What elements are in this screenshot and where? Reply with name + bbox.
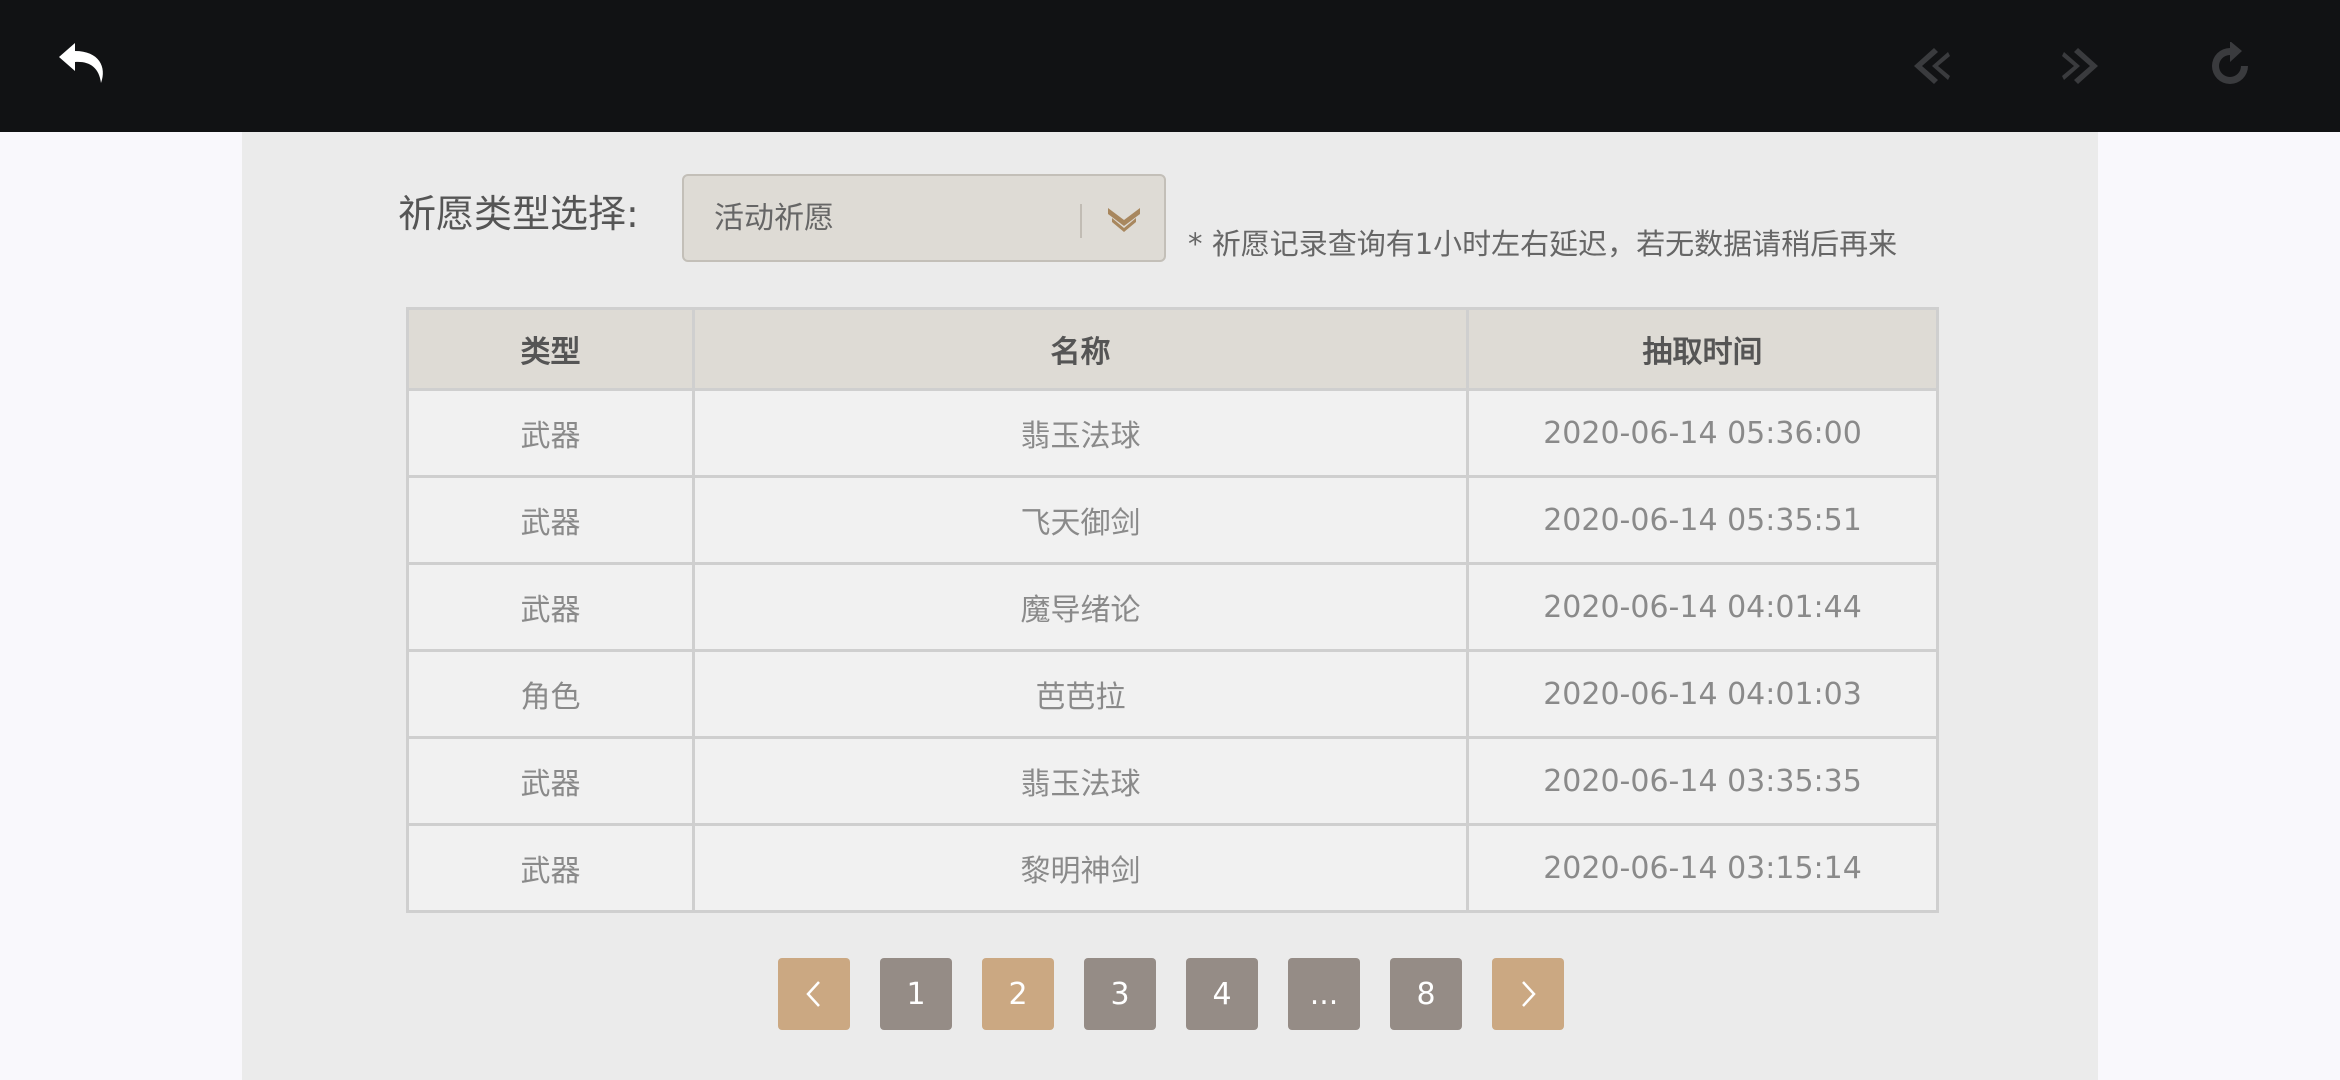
table-header-row: 类型 名称 抽取时间 [406, 307, 1939, 391]
chevron-right-icon [1522, 981, 1536, 1007]
cell-time: 2020-06-14 03:35:35 [1466, 736, 1939, 826]
page-ellipsis[interactable]: ... [1288, 958, 1360, 1030]
table-row: 武器 飞天御剑 2020-06-14 05:35:51 [406, 475, 1939, 565]
table-row: 武器 翡玉法球 2020-06-14 03:35:35 [406, 736, 1939, 826]
chevron-left-icon [1914, 48, 1950, 84]
page-button-3[interactable]: 3 [1084, 958, 1156, 1030]
page-button-1[interactable]: 1 [880, 958, 952, 1030]
page-button-2-current[interactable]: 2 [982, 958, 1054, 1030]
cell-name: 芭芭拉 [692, 649, 1469, 739]
cell-name: 飞天御剑 [692, 475, 1469, 565]
column-header-name: 名称 [692, 307, 1469, 391]
cell-time: 2020-06-14 05:36:00 [1466, 388, 1939, 478]
page-forward-button[interactable] [2050, 36, 2110, 96]
cell-time: 2020-06-14 05:35:51 [1466, 475, 1939, 565]
chevron-down-icon [1108, 208, 1140, 232]
wish-type-label: 祈愿类型选择: [398, 192, 639, 236]
cell-time: 2020-06-14 04:01:44 [1466, 562, 1939, 652]
table-row: 武器 翡玉法球 2020-06-14 05:36:00 [406, 388, 1939, 478]
cell-type: 武器 [406, 823, 695, 913]
page-button-8[interactable]: 8 [1390, 958, 1462, 1030]
wish-type-select[interactable]: 活动祈愿 [682, 174, 1166, 262]
wish-records-table: 类型 名称 抽取时间 武器 翡玉法球 2020-06-14 05:36:00 武… [406, 307, 1939, 913]
column-header-time: 抽取时间 [1466, 307, 1939, 391]
browser-toolbar [0, 0, 2340, 132]
delay-notice: * 祈愿记录查询有1小时左右延迟，若无数据请稍后再来 [1188, 227, 1898, 261]
chevron-left-icon [806, 981, 820, 1007]
back-arrow-icon [59, 43, 103, 83]
next-page-button[interactable] [1492, 958, 1564, 1030]
chevron-right-icon [2062, 48, 2098, 84]
cell-time: 2020-06-14 04:01:03 [1466, 649, 1939, 739]
page-back-button[interactable] [1902, 36, 1962, 96]
cell-type: 武器 [406, 475, 695, 565]
wish-history-panel: 祈愿类型选择: 活动祈愿 * 祈愿记录查询有1小时左右延迟，若无数据请稍后再来 … [242, 132, 2098, 1080]
reload-button[interactable] [2200, 36, 2260, 96]
cell-type: 角色 [406, 649, 695, 739]
table-row: 角色 芭芭拉 2020-06-14 04:01:03 [406, 649, 1939, 739]
cell-name: 魔导绪论 [692, 562, 1469, 652]
cell-name: 翡玉法球 [692, 736, 1469, 826]
prev-page-button[interactable] [778, 958, 850, 1030]
table-row: 武器 魔导绪论 2020-06-14 04:01:44 [406, 562, 1939, 652]
select-divider [1080, 204, 1082, 238]
cell-type: 武器 [406, 736, 695, 826]
cell-time: 2020-06-14 03:15:14 [1466, 823, 1939, 913]
cell-name: 翡玉法球 [692, 388, 1469, 478]
cell-name: 黎明神剑 [692, 823, 1469, 913]
cell-type: 武器 [406, 388, 695, 478]
page-button-4[interactable]: 4 [1186, 958, 1258, 1030]
reload-icon [2212, 42, 2248, 84]
wish-type-selected-value: 活动祈愿 [714, 201, 834, 236]
column-header-type: 类型 [406, 307, 695, 391]
table-row: 武器 黎明神剑 2020-06-14 03:15:14 [406, 823, 1939, 913]
back-button[interactable] [53, 36, 113, 96]
cell-type: 武器 [406, 562, 695, 652]
